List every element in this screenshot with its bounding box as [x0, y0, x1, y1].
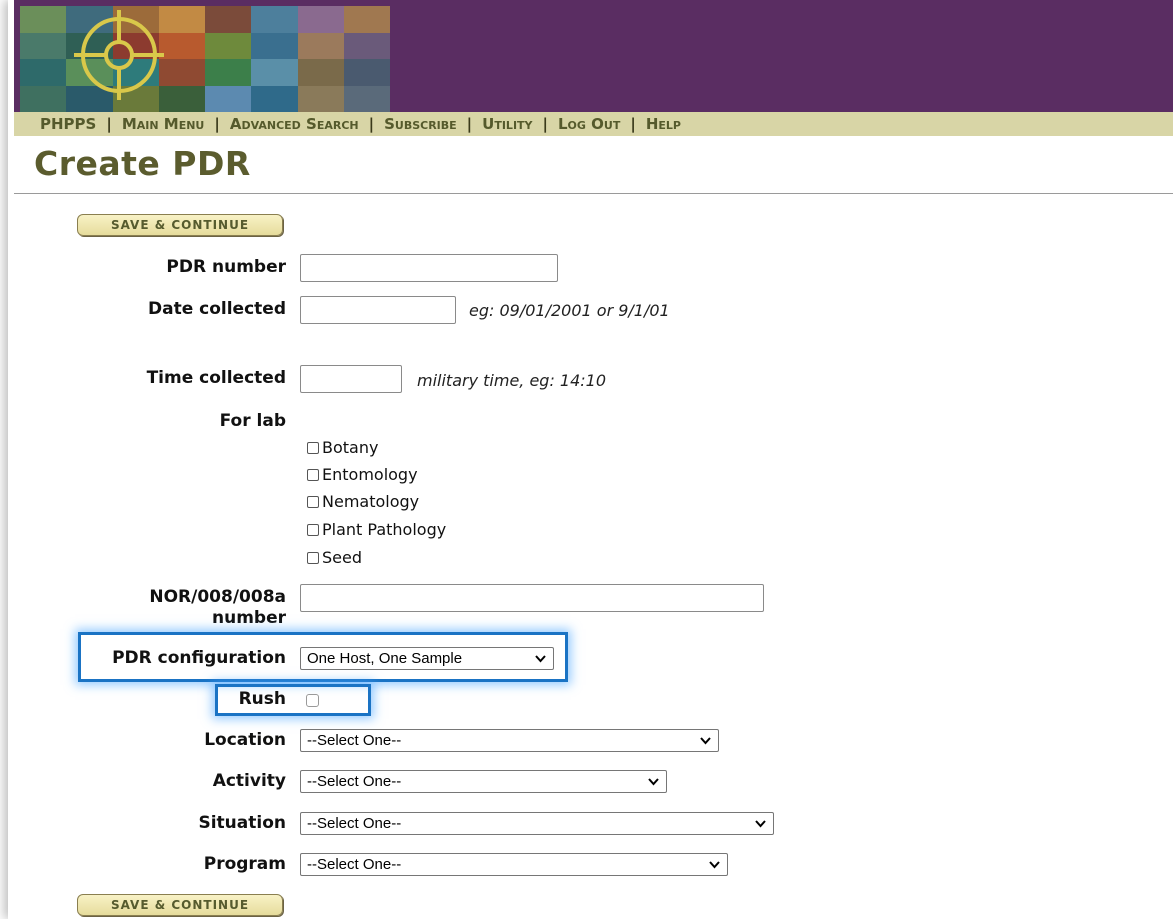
nav-help[interactable]: Help [646, 115, 681, 133]
activity-label: Activity [212, 771, 286, 791]
nav-separator: | [214, 115, 220, 133]
nav-separator: | [630, 115, 636, 133]
chevron-down-icon [755, 820, 766, 828]
time-format-hint: military time, eg: 14:10 [417, 371, 607, 390]
plant-pathology-checkbox[interactable] [307, 523, 319, 536]
nav-subscribe[interactable]: Subscribe [384, 115, 457, 133]
entomology-label: Entomology [322, 465, 418, 484]
lab-option-seed[interactable]: Seed [307, 544, 362, 571]
time-collected-input[interactable] [300, 365, 402, 393]
location-value: --Select One-- [307, 732, 402, 749]
date-collected-input[interactable] [300, 296, 456, 324]
nav-main-menu[interactable]: Main Menu [122, 115, 205, 133]
situation-select[interactable]: --Select One-- [300, 812, 774, 835]
activity-select[interactable]: --Select One-- [300, 770, 667, 793]
situation-value: --Select One-- [307, 815, 402, 832]
lab-option-nematology[interactable]: Nematology [307, 488, 419, 515]
plant-pathology-label: Plant Pathology [322, 520, 447, 539]
nav-advanced-search[interactable]: Advanced Search [230, 115, 359, 133]
botany-checkbox[interactable] [307, 441, 319, 454]
lab-option-botany[interactable]: Botany [307, 434, 378, 461]
main-nav: PHPPS | Main Menu | Advanced Search | Su… [14, 112, 1173, 136]
save-continue-button-bottom[interactable]: SAVE & CONTINUE [77, 894, 283, 916]
nav-separator: | [466, 115, 473, 133]
nav-phpps[interactable]: PHPPS [40, 115, 96, 133]
chevron-down-icon [535, 655, 546, 663]
pdr-configuration-value: One Host, One Sample [307, 650, 463, 667]
nav-separator: | [542, 115, 548, 133]
program-value: --Select One-- [307, 856, 402, 873]
location-select[interactable]: --Select One-- [300, 729, 719, 752]
nor-number-input[interactable] [300, 584, 764, 612]
situation-label: Situation [198, 813, 286, 833]
rush-checkbox[interactable] [306, 694, 319, 707]
program-label: Program [203, 854, 286, 874]
chevron-down-icon [700, 737, 711, 745]
botany-label: Botany [322, 438, 379, 457]
save-continue-button-top[interactable]: SAVE & CONTINUE [77, 214, 283, 236]
nav-log-out[interactable]: Log Out [558, 115, 620, 133]
pdr-configuration-label: PDR configuration [112, 648, 286, 668]
nor-number-label-line1: NOR/008/008a [149, 587, 286, 607]
lab-option-entomology[interactable]: Entomology [307, 461, 418, 488]
pdr-configuration-select[interactable]: One Host, One Sample [300, 647, 554, 670]
activity-value: --Select One-- [307, 773, 402, 790]
nematology-checkbox[interactable] [307, 495, 319, 508]
nav-utility[interactable]: Utility [482, 115, 532, 133]
crosshair-logo-icon [74, 10, 164, 100]
entomology-checkbox[interactable] [307, 468, 319, 481]
for-lab-label: For lab [219, 411, 286, 431]
seed-checkbox[interactable] [307, 551, 319, 564]
time-collected-label: Time collected [146, 368, 286, 388]
nor-number-label: NOR/008/008a number [149, 587, 286, 629]
pdr-number-input[interactable] [300, 254, 558, 282]
location-label: Location [204, 730, 286, 750]
nav-separator: | [368, 115, 375, 133]
nor-number-label-line2: number [211, 608, 286, 628]
lab-option-plant-pathology[interactable]: Plant Pathology [307, 516, 446, 543]
pdr-number-label: PDR number [166, 257, 286, 277]
rush-label: Rush [238, 689, 286, 709]
date-format-hint: eg: 09/01/2001 or 9/1/01 [469, 301, 670, 320]
page-title: Create PDR [34, 144, 251, 183]
nav-separator: | [106, 115, 112, 133]
chevron-down-icon [648, 778, 659, 786]
title-divider [14, 193, 1173, 194]
chevron-down-icon [709, 861, 720, 869]
seed-label: Seed [322, 548, 362, 567]
nematology-label: Nematology [322, 492, 420, 511]
program-select[interactable]: --Select One-- [300, 853, 728, 876]
date-collected-label: Date collected [147, 299, 286, 319]
